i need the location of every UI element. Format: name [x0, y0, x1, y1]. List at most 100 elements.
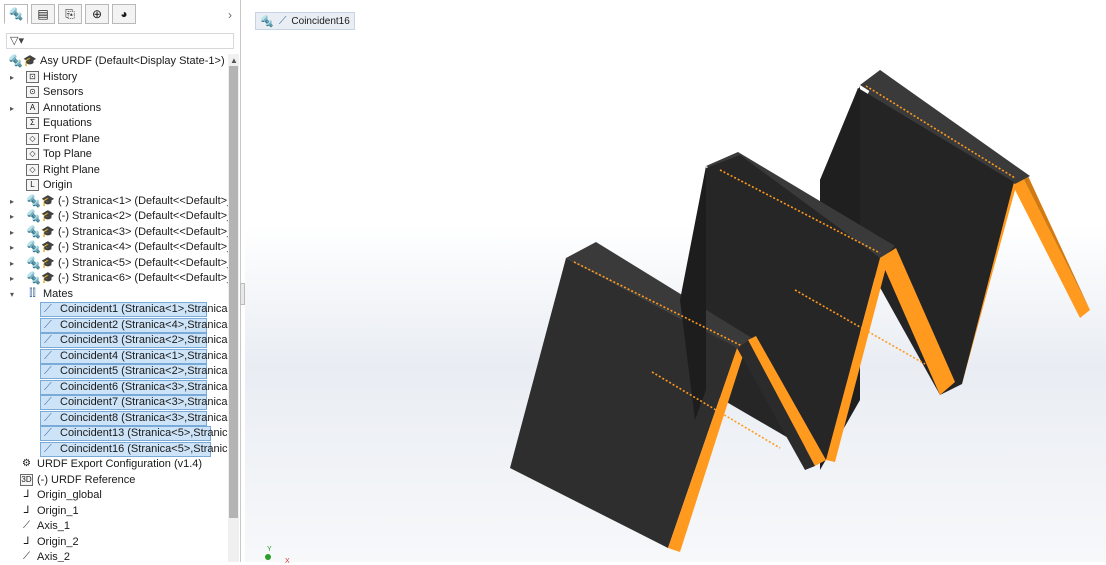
coincident-mate-icon: ⟋	[44, 303, 52, 315]
root-label: Asy URDF (Default<Display State-1>)	[40, 55, 225, 67]
tree-item-label: Origin_global	[37, 489, 102, 501]
configuration-manager-icon: ⎘	[65, 6, 75, 21]
expand-arrow-icon[interactable]: ▸	[10, 209, 18, 224]
sensors-icon: ⊙	[26, 86, 39, 98]
plane-icon: ◇	[26, 132, 39, 145]
coincident-mate-icon: ⟋	[44, 396, 52, 408]
mortarboard-icon: 🎓	[41, 225, 55, 238]
mate-label: Coincident6 (Stranica<3>,Stranica<4>)	[60, 380, 228, 393]
mortarboard-icon: 🎓	[41, 241, 55, 253]
selection-breadcrumb[interactable]: 🔩 ⟋ Coincident16	[255, 12, 355, 30]
coincident-mate-icon[interactable]: ⟋	[279, 15, 287, 28]
origin-icon: L	[26, 179, 39, 191]
mate-label: Coincident5 (Stranica<2>,Stranica<4>)	[60, 365, 228, 377]
tree-item-label: Sensors	[43, 86, 84, 98]
tree-item-label: Origin_1	[37, 504, 79, 517]
panel-6-edge[interactable]	[1010, 172, 1090, 318]
mate-label: Coincident7 (Stranica<3>,Stranica<5>)	[60, 396, 228, 408]
coincident-mate-icon: ⟋	[44, 427, 52, 439]
mate-item-9[interactable]: ⟋ Coincident13 (Stranica<5>,Stranica<6>)	[40, 426, 228, 441]
part-icon: 🔩	[26, 255, 41, 270]
coordinate-system-icon: ⅃	[23, 489, 30, 500]
tree-item-label: Top Plane	[43, 148, 92, 160]
coincident-mate-icon: ⟋	[44, 365, 52, 377]
filter-box[interactable]: ▽▾	[6, 33, 234, 49]
tree-item-label: History	[43, 70, 78, 83]
tree-item-label: Equations	[43, 117, 92, 129]
history-icon: ⊡	[26, 70, 39, 83]
tree-item-label: Axis_2	[37, 551, 71, 562]
part-icon: 🔩	[26, 209, 41, 223]
part-icon: 🔩	[26, 224, 41, 239]
expand-arrow-icon[interactable]: ▸	[10, 225, 18, 240]
mortarboard-icon: 🎓	[41, 210, 55, 222]
feature-manager-icon: 🔩	[8, 7, 24, 21]
mate-item-7[interactable]: ⟋ Coincident7 (Stranica<3>,Stranica<5>)	[40, 395, 228, 410]
feature-manager-tab[interactable]: 🔩	[4, 4, 28, 24]
mortarboard-icon: 🎓	[41, 194, 55, 207]
mate-item-4[interactable]: ⟋ Coincident4 (Stranica<1>,Stranica<2>)	[40, 348, 228, 364]
configuration-manager-tab[interactable]: ⎘	[58, 4, 82, 24]
mate-label: Coincident8 (Stranica<3>,Stranica<5>)	[60, 411, 228, 424]
mate-item-10[interactable]: ⟋ Coincident16 (Stranica<5>,Stranica<6>)	[40, 441, 228, 457]
part-icon: 🔩	[26, 271, 41, 285]
triad-y-label: Y	[267, 546, 272, 553]
feature-manager-panel: 🔩 ▤ ⎘ ⊕ ◕ › ▽▾ 🔩 🎓 Asy URDF (Default<Display S…	[0, 0, 241, 562]
collapse-arrow-icon[interactable]: ▾	[10, 287, 18, 302]
coincident-mate-icon: ⟋	[44, 318, 52, 331]
filter-icon[interactable]: ▽▾	[10, 34, 24, 47]
breadcrumb-label[interactable]: Coincident16	[291, 16, 349, 27]
display-manager-tab[interactable]: ◕	[112, 4, 136, 24]
display-manager-icon: ◕	[120, 7, 128, 21]
mate-item-3[interactable]: ⟋ Coincident3 (Stranica<2>,Stranica<4>)	[40, 333, 228, 348]
part-icon: 🔩	[26, 193, 41, 208]
property-manager-icon: ▤	[37, 7, 49, 21]
assembly-model[interactable]	[245, 0, 1106, 562]
annotations-icon: A	[26, 101, 39, 114]
tree-item-label: URDF Export Configuration (v1.4)	[37, 458, 203, 470]
expand-arrow-icon[interactable]: ▸	[10, 70, 18, 85]
equations-icon: Σ	[26, 117, 39, 129]
coincident-mate-icon: ⟋	[44, 334, 52, 346]
tree-item-label: Origin_2	[37, 535, 79, 548]
mate-label: Coincident4 (Stranica<1>,Stranica<2>)	[60, 349, 228, 362]
expand-arrow-icon[interactable]: ▸	[10, 256, 18, 271]
panel-expand-arrow[interactable]: ›	[228, 8, 232, 22]
tree-item-label: (-) URDF Reference	[37, 473, 136, 486]
assembly-icon[interactable]: 🔩	[260, 15, 274, 28]
mate-item-8[interactable]: ⟋ Coincident8 (Stranica<3>,Stranica<5>)	[40, 410, 228, 426]
tree-item-label: Right Plane	[43, 163, 100, 176]
mate-item-1[interactable]: ⟋ Coincident1 (Stranica<1>,Stranica<2>)	[40, 302, 228, 317]
feature-tree: 🔩 🎓 Asy URDF (Default<Display State-1>) ▸ ⊡ H…	[0, 54, 228, 562]
panel-tab-bar: 🔩 ▤ ⎘ ⊕ ◕	[4, 4, 136, 26]
axis-icon: ⟋	[23, 520, 30, 531]
expand-arrow-icon[interactable]: ▸	[10, 271, 18, 286]
mate-label: Coincident3 (Stranica<2>,Stranica<4>)	[60, 334, 228, 346]
mate-label: Coincident16 (Stranica<5>,Stranica<6>)	[60, 442, 228, 455]
mate-item-6[interactable]: ⟋ Coincident6 (Stranica<3>,Stranica<4>)	[40, 379, 228, 395]
tree-scrollbar-thumb[interactable]	[229, 66, 238, 518]
part-label: (-) Stranica<2> (Default<<Default>_Displ…	[58, 210, 228, 222]
dimxpert-tab[interactable]: ⊕	[85, 4, 109, 24]
3d-reference-icon: 3D	[20, 473, 33, 486]
mortarboard-icon: 🎓	[23, 55, 37, 67]
mate-label: Coincident1 (Stranica<1>,Stranica<2>)	[60, 303, 228, 315]
part-icon: 🔩	[26, 240, 41, 254]
coordinate-system-icon: ⅃	[23, 504, 30, 516]
mate-item-2[interactable]: ⟋ Coincident2 (Stranica<4>,Stranica<3>)	[40, 317, 228, 333]
property-manager-tab[interactable]: ▤	[31, 4, 55, 24]
part-label: (-) Stranica<6> (Default<<Default>_Displ…	[58, 272, 228, 284]
mates-folder-icon: ⫿⫿	[29, 287, 36, 299]
coincident-mate-icon: ⟋	[44, 380, 52, 393]
tree-item-label: Origin	[43, 179, 73, 191]
expand-arrow-icon[interactable]: ▸	[10, 240, 18, 255]
graphics-viewport[interactable]	[245, 0, 1106, 562]
panel-6-edge-shade[interactable]	[1020, 172, 1090, 310]
mates-label: Mates	[43, 287, 73, 300]
coincident-mate-icon: ⟋	[44, 442, 52, 455]
expand-arrow-icon[interactable]: ▸	[10, 194, 18, 209]
scroll-up-icon[interactable]: ▲	[230, 56, 238, 65]
coincident-mate-icon: ⟋	[44, 349, 52, 362]
mate-item-5[interactable]: ⟋ Coincident5 (Stranica<2>,Stranica<4>)	[40, 364, 228, 379]
expand-arrow-icon[interactable]: ▸	[10, 101, 18, 116]
